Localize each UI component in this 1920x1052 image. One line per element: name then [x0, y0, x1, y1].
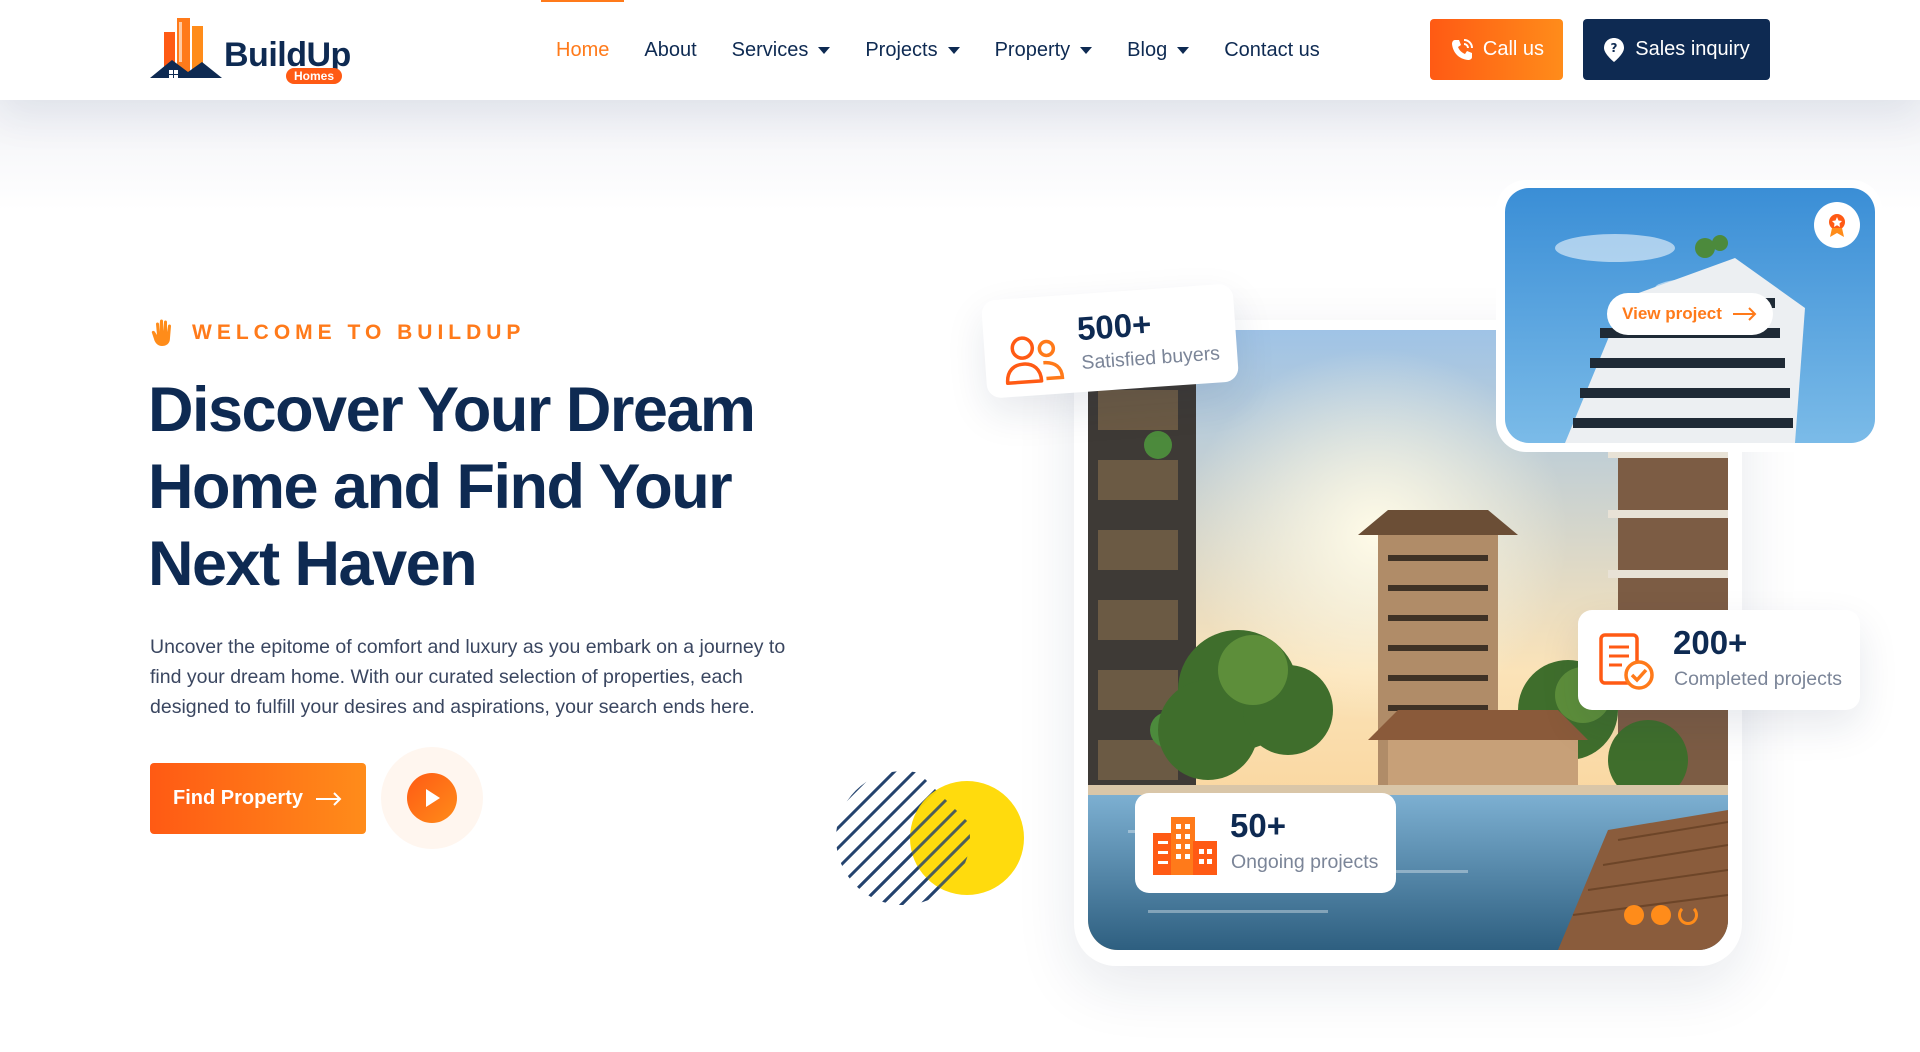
caret-down-icon: [947, 46, 960, 54]
hero-title-line: Discover Your Dream: [148, 375, 756, 445]
nav-item-projects[interactable]: Projects: [865, 0, 960, 100]
nav-item-label: Services: [731, 38, 809, 61]
play-icon: [426, 789, 440, 807]
welcome-tagline: WELCOME TO BUILDUP: [150, 318, 525, 348]
hero-description: Uncover the epitome of comfort and luxur…: [150, 636, 786, 718]
nav-item-label: Home: [556, 38, 610, 61]
svg-text:?: ?: [1611, 41, 1618, 55]
sales-inquiry-label: Sales inquiry: [1635, 38, 1750, 60]
site-header: BuildUp Homes Home About Services Projec…: [0, 0, 1920, 100]
award-icon[interactable]: [1814, 202, 1860, 248]
slider-dot[interactable]: [1624, 905, 1644, 925]
nav-item-label: About: [644, 38, 697, 61]
nav-item-label: Blog: [1127, 38, 1168, 61]
stat-value: 50+: [1230, 807, 1286, 844]
checklist-icon: [1599, 633, 1654, 690]
play-circle: [407, 773, 457, 823]
wave-hand-icon: [151, 319, 171, 346]
stat-card-ongoing: 50+ Ongoing projects: [1135, 793, 1396, 893]
caret-down-icon: [1177, 46, 1190, 54]
arrow-right-icon: [316, 791, 342, 806]
caret-down-icon: [818, 46, 831, 54]
nav-item-services[interactable]: Services: [732, 0, 831, 100]
buildings-icon: [1153, 817, 1217, 875]
play-video-button[interactable]: [381, 747, 483, 849]
sales-inquiry-button[interactable]: ? Sales inquiry: [1583, 19, 1770, 80]
main-nav: Home About Services Projects Property Bl…: [540, 0, 1355, 100]
nav-item-label: Projects: [865, 38, 938, 61]
hero-title-line: Home and Find Your: [148, 452, 733, 522]
nav-item-contact[interactable]: Contact us: [1224, 0, 1320, 100]
slider-dot[interactable]: [1651, 905, 1671, 925]
location-pin-icon: ?: [1604, 37, 1625, 62]
call-us-button[interactable]: Call us: [1430, 19, 1563, 80]
stat-label: Satisfied buyers: [1080, 342, 1221, 375]
slider-pagination: [1624, 905, 1698, 925]
arrow-right-icon: [1732, 307, 1757, 321]
view-project-button[interactable]: View project: [1607, 293, 1773, 335]
hero-title: Discover Your Dream Home and Find Your N…: [148, 372, 848, 603]
nav-item-home[interactable]: Home: [540, 0, 625, 100]
stat-label: Ongoing projects: [1231, 851, 1379, 873]
logo-buildings-icon: [150, 18, 222, 78]
hero-title-line: Next Haven: [148, 529, 478, 599]
award-ribbon-icon: [1829, 214, 1845, 237]
nav-item-label: Property: [994, 38, 1071, 61]
phone-icon: [1451, 38, 1473, 60]
nav-item-about[interactable]: About: [644, 0, 696, 100]
users-icon: [1005, 336, 1065, 385]
brand-logo[interactable]: BuildUp Homes: [148, 12, 358, 88]
nav-item-label: Contact us: [1224, 38, 1320, 61]
find-property-label: Find Property: [172, 787, 303, 809]
stat-card-completed: 200+ Completed projects: [1578, 610, 1860, 710]
stat-value: 200+: [1673, 624, 1748, 661]
welcome-text: WELCOME TO BUILDUP: [192, 321, 526, 344]
find-property-button[interactable]: Find Property: [150, 763, 366, 834]
nav-item-property[interactable]: Property: [995, 0, 1093, 100]
stat-card-buyers: 500+ Satisfied buyers: [980, 283, 1240, 399]
stat-label: Completed projects: [1674, 668, 1842, 690]
brand-badge: Homes: [286, 68, 343, 84]
call-us-label: Call us: [1482, 38, 1545, 60]
slider-dot-active[interactable]: [1678, 905, 1698, 925]
nav-item-blog[interactable]: Blog: [1127, 0, 1190, 100]
decorative-circles: [836, 771, 1024, 905]
stat-value: 500+: [1075, 305, 1153, 348]
caret-down-icon: [1080, 46, 1093, 54]
view-project-label: View project: [1622, 304, 1722, 323]
